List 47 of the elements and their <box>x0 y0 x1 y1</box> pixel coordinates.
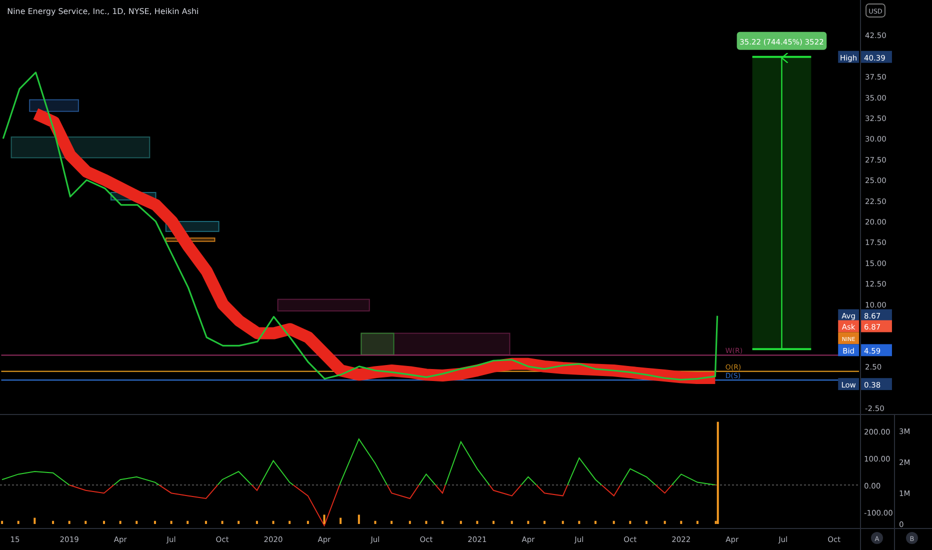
bar <box>645 520 648 524</box>
zone-rectangle <box>29 99 79 112</box>
bar <box>84 520 87 524</box>
bar <box>288 520 291 524</box>
bar <box>358 514 360 524</box>
bar <box>238 520 240 524</box>
bar <box>696 520 698 524</box>
chart-title: Nine Energy Service, Inc., 1D, NYSE, Heikin Ashi <box>7 6 199 16</box>
bar <box>52 520 54 524</box>
bar <box>17 520 20 524</box>
zone-rectangle <box>165 221 220 232</box>
zone-rectangle <box>110 192 156 200</box>
bar <box>374 520 376 524</box>
bar <box>221 520 224 524</box>
zone-rectangle <box>165 238 216 242</box>
bar <box>136 520 138 524</box>
bar <box>510 520 513 524</box>
bar <box>460 520 462 524</box>
bar <box>578 520 580 524</box>
bar <box>1 520 4 524</box>
bar <box>170 520 172 524</box>
bar <box>680 520 682 524</box>
bar <box>119 520 122 524</box>
bar <box>186 520 189 524</box>
bar <box>612 520 615 524</box>
bar <box>154 520 156 524</box>
bar <box>272 520 274 524</box>
bar <box>68 520 70 524</box>
bar <box>34 518 36 524</box>
bar <box>716 422 719 524</box>
bar <box>562 520 564 524</box>
bar <box>340 518 342 524</box>
bar <box>476 520 478 524</box>
bar <box>306 520 309 524</box>
bar <box>629 520 632 524</box>
bar <box>204 520 207 524</box>
bar <box>408 520 411 524</box>
bar <box>664 520 666 524</box>
bar <box>594 520 596 524</box>
bar <box>103 520 106 524</box>
bar <box>492 520 495 524</box>
bar <box>544 520 546 524</box>
bar <box>425 520 428 524</box>
bar <box>323 514 326 524</box>
bar <box>390 520 393 524</box>
bar <box>527 520 530 524</box>
bar <box>442 520 444 524</box>
